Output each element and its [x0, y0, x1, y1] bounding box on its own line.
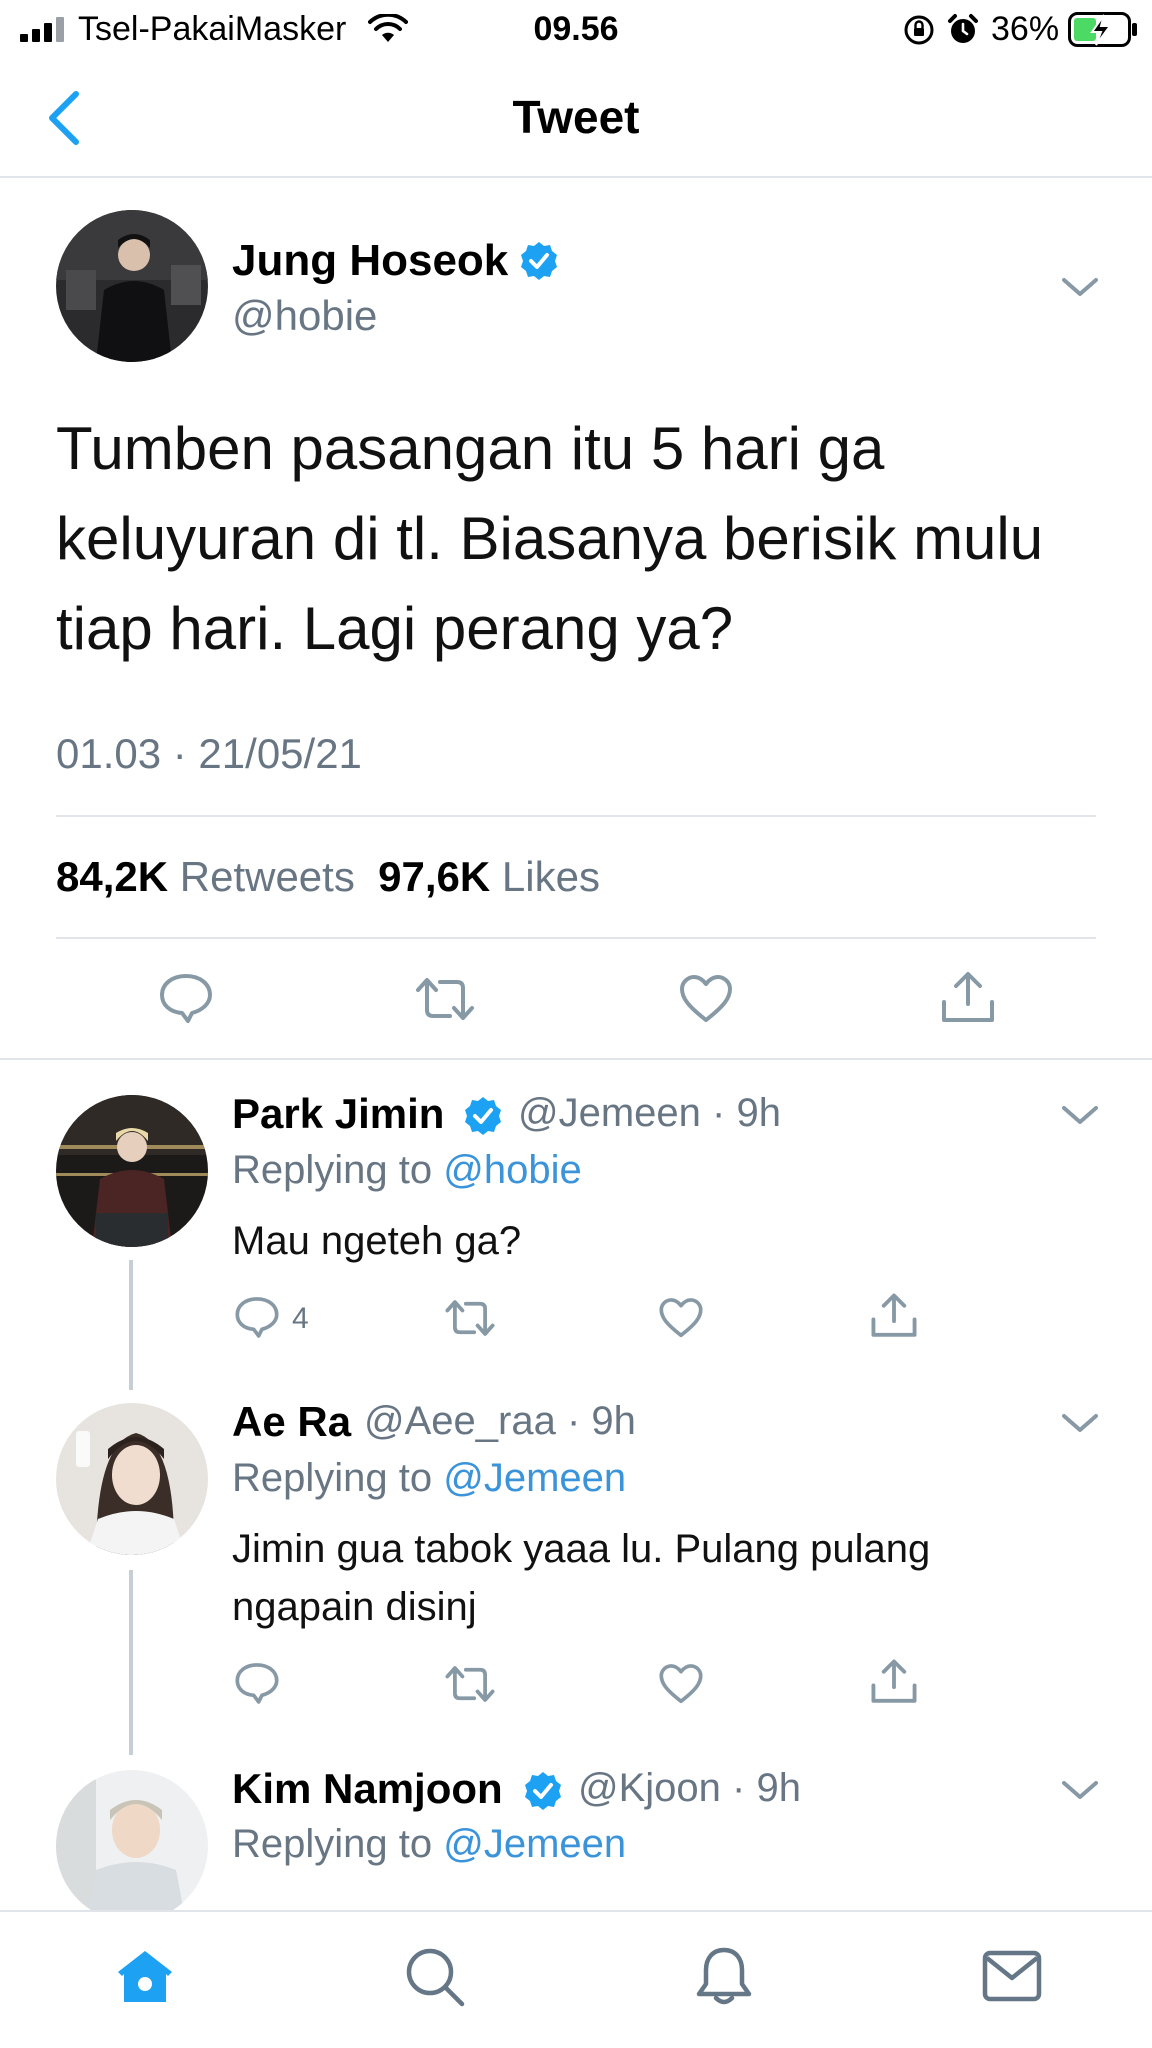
- battery-percentage: 36%: [991, 10, 1060, 48]
- reply-avatar[interactable]: [56, 1770, 208, 1922]
- author-name-row[interactable]: Jung Hoseok: [232, 236, 508, 286]
- author-name[interactable]: Jung Hoseok: [232, 236, 508, 285]
- verified-badge-icon: [462, 1095, 504, 1137]
- retweets-stat[interactable]: 84,2K Retweets: [56, 853, 355, 900]
- reply-text-line: Mau ngeteh ga?: [232, 1219, 522, 1263]
- reply-handle[interactable]: @Kjoon · 9h: [578, 1766, 801, 1811]
- like-button[interactable]: [658, 1663, 704, 1705]
- tab-notifications[interactable]: [694, 1944, 754, 2008]
- tweet-text-line: Tumben pasangan itu 5 hari ga: [56, 415, 885, 482]
- reply-author-name[interactable]: Park Jimin: [232, 1090, 444, 1137]
- likes-stat[interactable]: 97,6K Likes: [378, 853, 600, 900]
- reply-text: Jimin gua tabok yaaa lu. Pulang pulang n…: [232, 1520, 1092, 1636]
- like-button[interactable]: [658, 1297, 704, 1339]
- reply-menu-button[interactable]: [1058, 1100, 1102, 1130]
- replying-to-label: Replying to: [232, 1456, 433, 1500]
- divider: [56, 937, 1096, 939]
- tweet-text-line: keluyuran di tl. Biasanya berisik mulu: [56, 505, 1044, 572]
- reply-icon: [235, 1663, 279, 1704]
- thread-line: [129, 1570, 133, 1755]
- retweet-icon: [416, 978, 474, 1020]
- reply-text: Mau ngeteh ga?: [232, 1212, 1092, 1270]
- likes-label: Likes: [501, 853, 600, 900]
- tab-bar: [0, 1910, 1152, 2048]
- verified-badge-icon: [518, 240, 560, 282]
- nav-divider: [0, 176, 1152, 178]
- tweet-text-line: tiap hari. Lagi perang ya?: [56, 595, 734, 662]
- reply-icon: [235, 1297, 279, 1338]
- tab-search[interactable]: [404, 1946, 466, 2008]
- replying-to: Replying to @Jemeen: [232, 1822, 626, 1867]
- page-title: Tweet: [512, 91, 640, 143]
- retweet-icon: [445, 1666, 495, 1702]
- retweet-icon: [445, 1300, 495, 1336]
- reply-menu-button[interactable]: [1058, 1775, 1102, 1805]
- tweet-stats: 84,2K Retweets 97,6K Likes: [56, 853, 600, 901]
- share-button[interactable]: [870, 1658, 918, 1706]
- chevron-down-icon: [1062, 1414, 1098, 1432]
- like-button[interactable]: [678, 974, 734, 1024]
- tweet-menu-button[interactable]: [1058, 272, 1102, 302]
- share-button[interactable]: [940, 970, 996, 1026]
- chevron-down-icon: [1062, 1106, 1098, 1124]
- share-icon: [942, 972, 994, 1022]
- reply-text-line: Jimin gua tabok yaaa lu. Pulang pulang: [232, 1527, 931, 1571]
- replying-to-link[interactable]: @Jemeen: [443, 1456, 626, 1500]
- home-icon: [118, 1951, 172, 2002]
- replying-to-label: Replying to: [232, 1822, 433, 1866]
- tab-messages[interactable]: [982, 1950, 1042, 2002]
- tweet-timestamp: 01.03 · 21/05/21: [56, 730, 362, 777]
- chevron-down-icon: [1062, 1781, 1098, 1799]
- replying-to: Replying to @hobie: [232, 1148, 582, 1193]
- replying-to-link[interactable]: @hobie: [443, 1148, 581, 1192]
- heart-icon: [659, 1664, 703, 1704]
- battery-charging-icon: [1068, 12, 1140, 48]
- retweet-button[interactable]: [414, 974, 476, 1024]
- reply-text-line: ngapain disinj: [232, 1585, 477, 1629]
- retweet-button[interactable]: [444, 1663, 496, 1705]
- retweets-count: 84,2K: [56, 853, 169, 900]
- reply-count: 4: [292, 1302, 309, 1335]
- reply-name-row[interactable]: Kim Namjoon: [232, 1765, 503, 1813]
- reply-button[interactable]: [234, 1661, 280, 1705]
- reply-avatar[interactable]: [56, 1403, 208, 1555]
- verified-badge-icon: [522, 1770, 564, 1812]
- reply-icon: [160, 974, 212, 1023]
- status-bar: Tsel-PakaiMasker 09.56 36%: [0, 0, 1152, 60]
- retweets-label: Retweets: [179, 853, 355, 900]
- author-handle[interactable]: @hobie: [232, 292, 377, 340]
- reply-name-row[interactable]: Park Jimin: [232, 1090, 444, 1138]
- divider: [0, 1058, 1152, 1060]
- share-icon: [871, 1659, 917, 1703]
- replying-to-label: Replying to: [232, 1148, 433, 1192]
- reply-button[interactable]: [158, 972, 214, 1024]
- heart-icon: [659, 1298, 703, 1338]
- thread-line: [129, 1260, 133, 1390]
- messages-icon: [982, 1950, 1042, 2002]
- replying-to: Replying to @Jemeen: [232, 1456, 626, 1501]
- reply-button[interactable]: [234, 1295, 280, 1339]
- alarm-icon: [946, 13, 980, 47]
- reply-handle[interactable]: @Jemeen · 9h: [518, 1091, 781, 1136]
- reply-author-name[interactable]: Kim Namjoon: [232, 1765, 503, 1812]
- reply-handle[interactable]: @Aee_raa · 9h: [364, 1399, 636, 1444]
- replying-to-link[interactable]: @Jemeen: [443, 1822, 626, 1866]
- reply-avatar[interactable]: [56, 1095, 208, 1247]
- reply-menu-button[interactable]: [1058, 1408, 1102, 1438]
- retweet-button[interactable]: [444, 1297, 496, 1339]
- tweet-text: Tumben pasangan itu 5 hari ga keluyuran …: [56, 404, 1116, 674]
- chevron-down-icon: [1062, 278, 1098, 296]
- reply-author-name[interactable]: Ae Ra: [232, 1398, 351, 1445]
- divider: [56, 815, 1096, 817]
- likes-count: 97,6K: [378, 853, 491, 900]
- notifications-icon: [696, 1947, 752, 2005]
- search-icon: [406, 1948, 465, 2007]
- share-button[interactable]: [870, 1292, 918, 1340]
- tab-home[interactable]: [114, 1948, 176, 2006]
- share-icon: [871, 1293, 917, 1337]
- reply-name-row[interactable]: Ae Ra: [232, 1398, 351, 1446]
- heart-icon: [680, 975, 732, 1022]
- author-avatar[interactable]: [56, 210, 208, 362]
- orientation-lock-icon: [903, 14, 935, 46]
